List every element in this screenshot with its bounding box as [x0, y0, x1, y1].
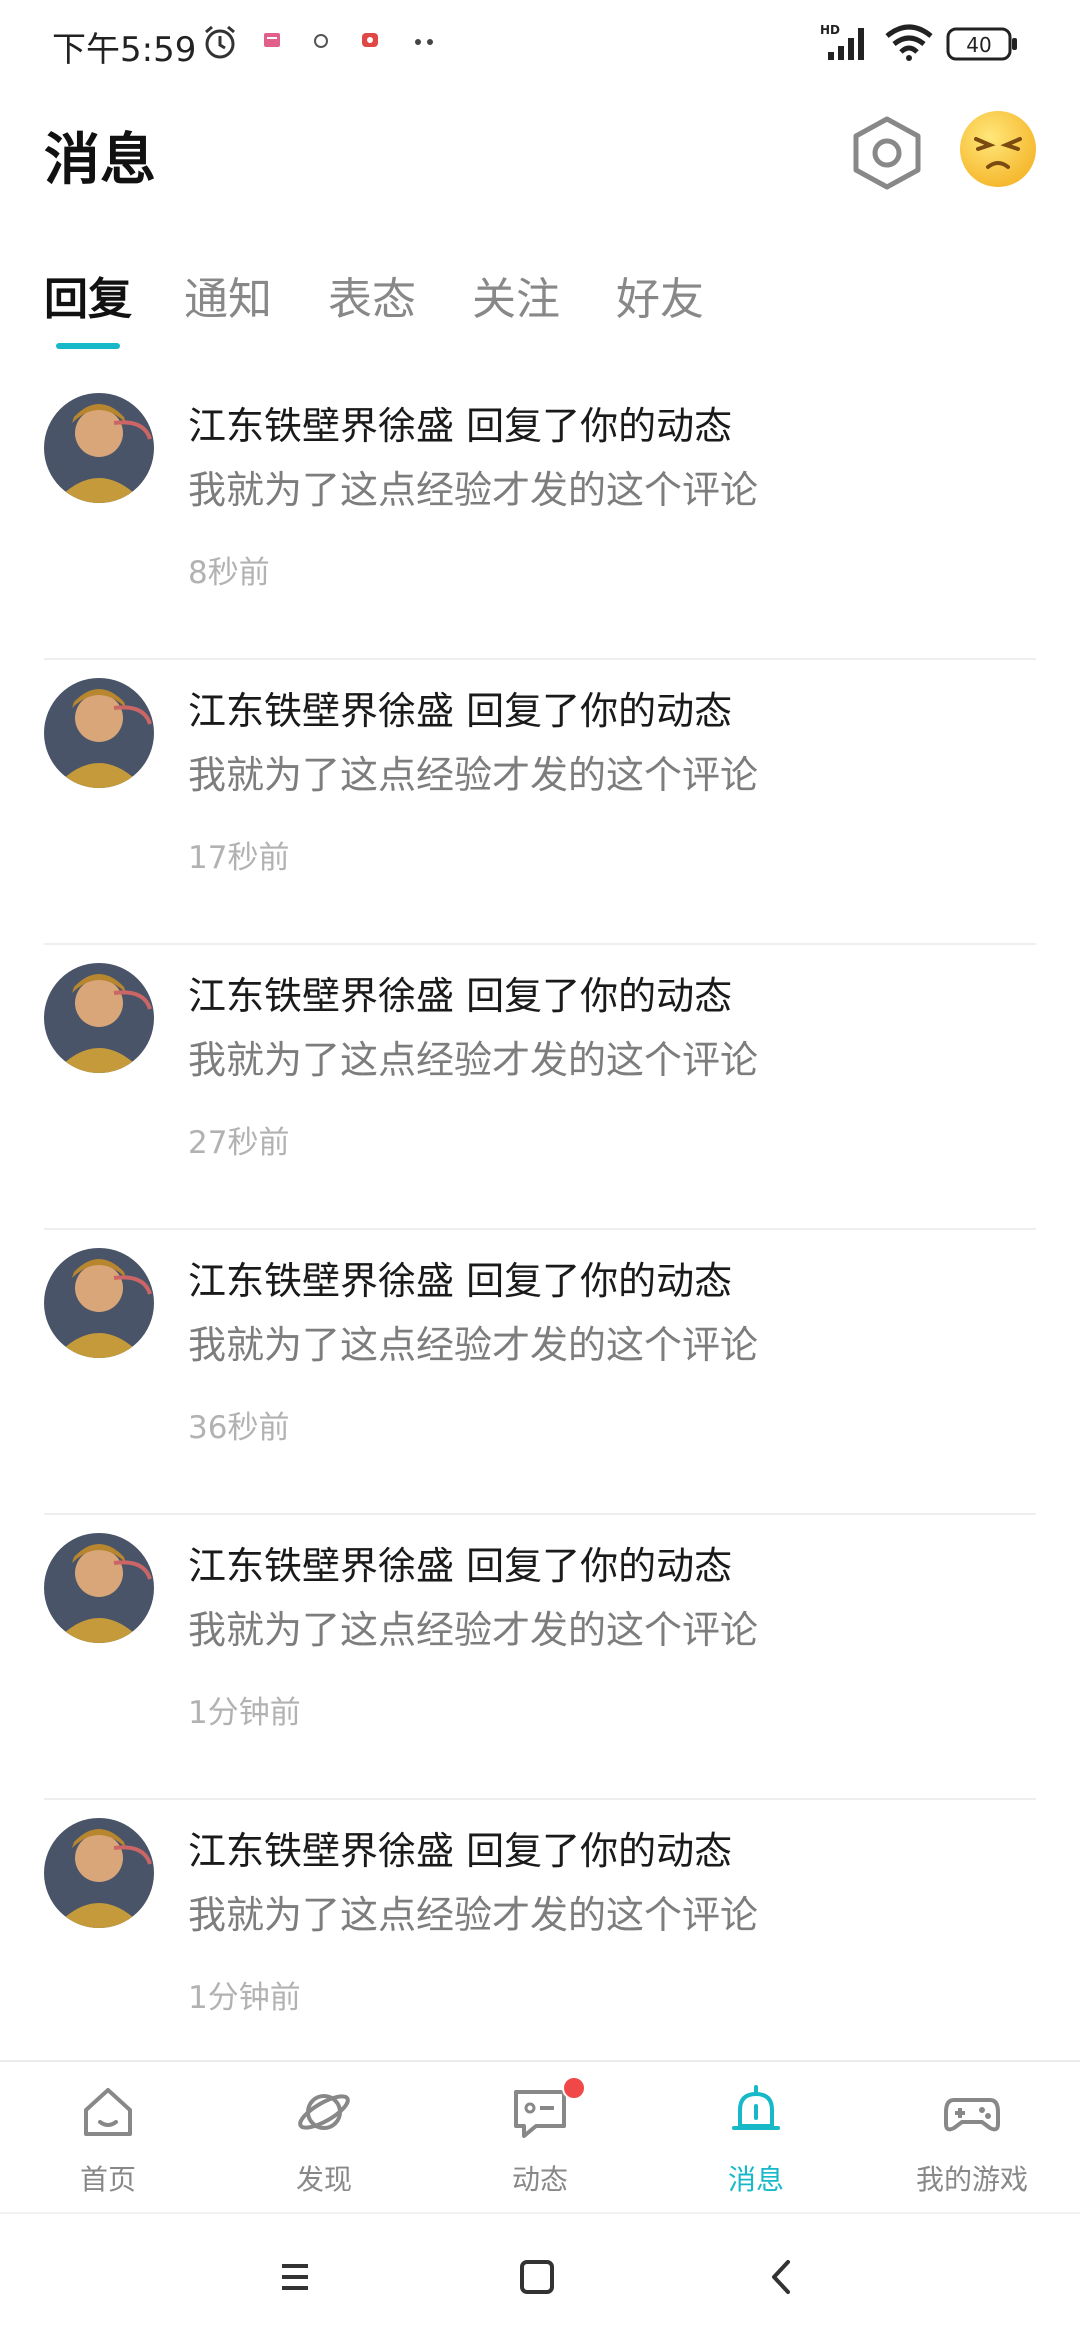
wifi-icon: [884, 24, 934, 62]
list-item[interactable]: 江东铁壁界徐盛 回复了你的动态 我就为了这点经验才发的这个评论 17秒前: [0, 660, 1080, 945]
list-item[interactable]: 江东铁壁界徐盛 回复了你的动态 我就为了这点经验才发的这个评论 1分钟前: [0, 1515, 1080, 1800]
home-button[interactable]: [512, 2252, 562, 2302]
message-time: 36秒前: [188, 1410, 290, 1446]
tab-notification[interactable]: 通知: [184, 263, 272, 327]
nav-label: 我的游戏: [915, 2163, 1028, 2196]
back-button[interactable]: [758, 2252, 808, 2302]
message-time: 17秒前: [188, 840, 290, 876]
planet-icon: [298, 2094, 350, 2130]
nav-messages[interactable]: 消息: [648, 2062, 864, 2212]
message-body: 我就为了这点经验才发的这个评论: [188, 468, 759, 512]
avatar[interactable]: [44, 1818, 154, 1928]
list-item[interactable]: 江东铁壁界徐盛 回复了你的动态 我就为了这点经验才发的这个评论 8秒前: [0, 375, 1080, 660]
avatar[interactable]: [44, 678, 154, 788]
message-body: 我就为了这点经验才发的这个评论: [188, 1038, 759, 1082]
message-body: 我就为了这点经验才发的这个评论: [188, 753, 759, 797]
alarm-icon: [200, 22, 240, 62]
message-body: 我就为了这点经验才发的这个评论: [188, 1893, 759, 1937]
chevron-left-icon: [772, 2260, 790, 2294]
battery-icon: 40: [946, 26, 1018, 62]
list-item[interactable]: 江东铁壁界徐盛 回复了你的动态 我就为了这点经验才发的这个评论 36秒前: [0, 1230, 1080, 1515]
message-time: 1分钟前: [188, 1695, 301, 1731]
square-icon: [520, 2260, 554, 2294]
notification-app-icon: [360, 30, 382, 52]
notification-app-icon: [262, 30, 284, 52]
bell-icon: [732, 2085, 780, 2130]
list-item[interactable]: 江东铁壁界徐盛 回复了你的动态 我就为了这点经验才发的这个评论 27秒前: [0, 945, 1080, 1230]
angry-emoji-avatar-icon: [960, 111, 1036, 187]
message-title: 江东铁壁界徐盛 回复了你的动态: [188, 1544, 733, 1588]
message-title: 江东铁壁界徐盛 回复了你的动态: [188, 404, 733, 448]
tab-follow[interactable]: 关注: [472, 263, 560, 327]
avatar[interactable]: [44, 393, 154, 503]
nav-label: 首页: [79, 2163, 136, 2196]
nav-home[interactable]: 首页: [0, 2062, 216, 2212]
battery-level: 40: [966, 33, 991, 57]
message-title: 江东铁壁界徐盛 回复了你的动态: [188, 689, 733, 733]
message-body: 我就为了这点经验才发的这个评论: [188, 1323, 759, 1367]
settings-hexagon-icon: [853, 116, 921, 190]
tab-reactions[interactable]: 表态: [328, 263, 416, 327]
tab-friends[interactable]: 好友: [616, 263, 704, 327]
status-bar: 下午5:59 HD 40: [0, 0, 1080, 90]
notification-app-icon: [310, 30, 332, 52]
recent-apps-button[interactable]: [270, 2252, 320, 2302]
gamepad-icon: [944, 2098, 1000, 2132]
status-time: 下午5:59: [52, 30, 197, 70]
active-tab-indicator: [56, 343, 120, 349]
message-list: 江东铁壁界徐盛 回复了你的动态 我就为了这点经验才发的这个评论 8秒前 江东铁壁…: [0, 375, 1080, 2085]
home-icon: [84, 2088, 132, 2136]
nav-discover[interactable]: 发现: [216, 2062, 432, 2212]
avatar[interactable]: [44, 963, 154, 1073]
nav-label: 动态: [511, 2163, 568, 2196]
system-navigation-bar: [0, 2212, 1080, 2342]
tab-reply[interactable]: 回复: [44, 263, 132, 327]
user-avatar[interactable]: [958, 109, 1038, 189]
signal-icon: HD: [820, 22, 872, 62]
header: 消息: [0, 95, 1080, 215]
nav-feed[interactable]: 动态: [432, 2062, 648, 2212]
message-title: 江东铁壁界徐盛 回复了你的动态: [188, 1259, 733, 1303]
message-time: 27秒前: [188, 1125, 290, 1161]
message-title: 江东铁壁界徐盛 回复了你的动态: [188, 1829, 733, 1873]
settings-button[interactable]: [850, 113, 924, 193]
message-time: 1分钟前: [188, 1980, 301, 2016]
message-body: 我就为了这点经验才发的这个评论: [188, 1608, 759, 1652]
network-label: HD: [820, 23, 840, 37]
page-title: 消息: [44, 128, 156, 193]
message-tabs: 回复 通知 表态 关注 好友: [0, 255, 1080, 355]
nav-label: 发现: [295, 2163, 352, 2196]
avatar[interactable]: [44, 1533, 154, 1643]
list-item[interactable]: 江东铁壁界徐盛 回复了你的动态 我就为了这点经验才发的这个评论 1分钟前: [0, 1800, 1080, 2085]
chat-icon: [514, 2090, 566, 2138]
menu-icon: [282, 2264, 308, 2290]
more-notifications-icon: [414, 38, 438, 46]
nav-my-games[interactable]: 我的游戏: [864, 2062, 1080, 2212]
nav-label: 消息: [727, 2163, 784, 2196]
unread-badge: [562, 2076, 586, 2100]
avatar[interactable]: [44, 1248, 154, 1358]
message-title: 江东铁壁界徐盛 回复了你的动态: [188, 974, 733, 1018]
message-time: 8秒前: [188, 555, 270, 591]
bottom-navigation: 首页 发现 动态 消息 我的游戏: [0, 2060, 1080, 2212]
